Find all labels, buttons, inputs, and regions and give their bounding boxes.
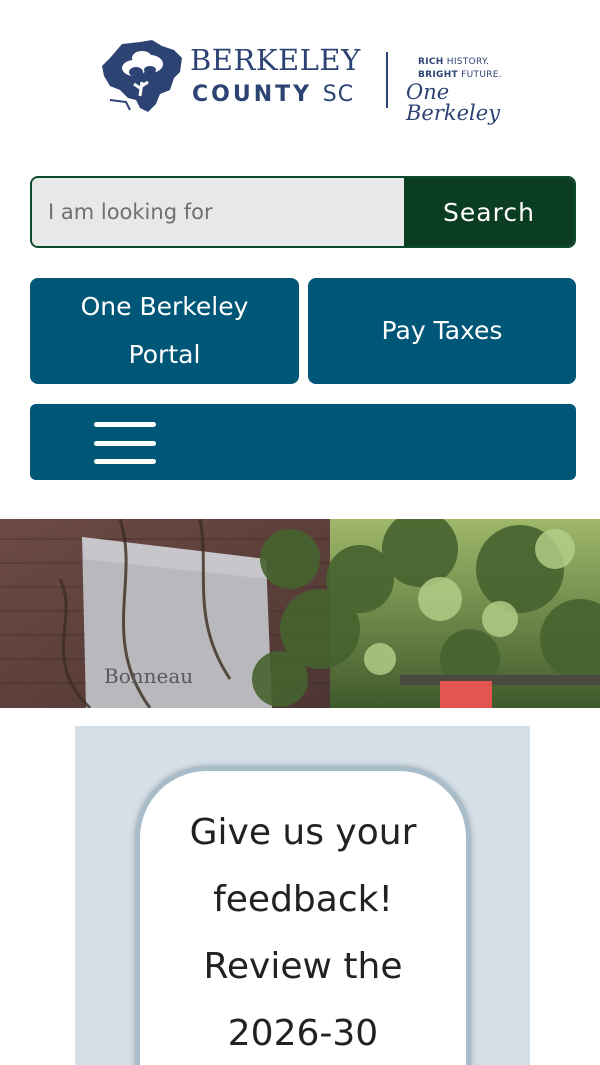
- logo-state-text: SC: [322, 82, 355, 107]
- main-menu-bar: [30, 404, 576, 480]
- search-input[interactable]: [32, 178, 404, 246]
- tagline-rich: RICH: [418, 57, 444, 67]
- logo-name-berkeley: BERKELEY: [190, 43, 361, 77]
- tagline-bright: BRIGHT: [418, 69, 458, 80]
- hamburger-line: [94, 440, 156, 446]
- logo-county-text: COUNTY: [192, 82, 313, 107]
- logo-divider: [386, 52, 388, 108]
- hero-sign-text: Bonneau: [104, 664, 193, 688]
- hero-photo-illustration: Bonneau: [0, 519, 600, 708]
- county-map-tree-icon: [102, 40, 182, 112]
- feedback-line: Give us your: [189, 812, 417, 853]
- hamburger-line: [94, 459, 156, 464]
- feedback-line: Review the: [203, 946, 403, 987]
- logo-tagline: RICH HISTORY. BRIGHT FUTURE.: [418, 56, 502, 81]
- feedback-card[interactable]: Give us your feedback! Review the 2026-3…: [135, 766, 471, 1065]
- hamburger-line: [94, 422, 156, 427]
- logo-name-county: COUNTY SC: [192, 84, 354, 106]
- hero-photo: Bonneau: [0, 519, 600, 708]
- feedback-panel: Give us your feedback! Review the 2026-3…: [75, 726, 530, 1065]
- hamburger-menu-icon[interactable]: [94, 422, 156, 464]
- search-form: Search: [30, 176, 576, 248]
- pay-taxes-button[interactable]: Pay Taxes: [308, 278, 576, 384]
- county-logo[interactable]: BERKELEY COUNTY SC RICH HISTORY. BRIGHT …: [100, 38, 520, 124]
- tagline-future: FUTURE.: [458, 69, 502, 80]
- one-berkeley-portal-button[interactable]: One Berkeley Portal: [30, 278, 299, 384]
- feedback-line: 2026-30: [227, 1013, 379, 1054]
- feedback-line: feedback!: [213, 879, 393, 920]
- tagline-history: HISTORY.: [443, 57, 490, 67]
- logo-script-one-berkeley: One Berkeley: [406, 80, 501, 125]
- search-button[interactable]: Search: [404, 178, 574, 246]
